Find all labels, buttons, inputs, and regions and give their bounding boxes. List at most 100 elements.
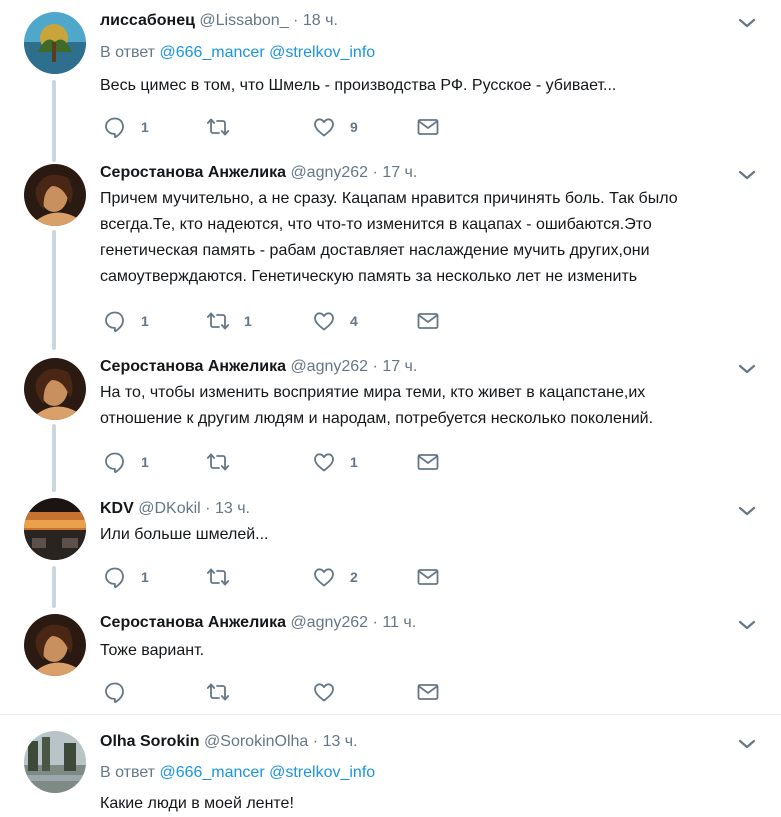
tweet[interactable]: Серостанова Анжелика @agny262 · 17 ч. Пр… — [0, 150, 781, 344]
reply-button[interactable]: 1 — [103, 565, 149, 589]
avatar[interactable] — [24, 614, 86, 676]
retweet-button[interactable] — [206, 115, 244, 139]
reply-mention[interactable]: @666_mancer — [159, 764, 264, 781]
tweet[interactable]: Серостанова Анжелика @agny262 · 11 ч. То… — [0, 600, 781, 714]
heart-icon — [312, 309, 336, 333]
chevron-down-icon[interactable] — [737, 16, 757, 30]
reply-mention[interactable]: @strelkov_info — [269, 764, 375, 781]
author-handle[interactable]: @DKokil — [138, 500, 200, 517]
tweet-actions: 1 9 — [100, 115, 460, 139]
author-handle[interactable]: @agny262 — [290, 614, 368, 631]
avatar-image — [24, 614, 86, 676]
like-button[interactable]: 4 — [312, 309, 358, 333]
retweet-icon — [206, 309, 230, 333]
timestamp[interactable]: 13 ч. — [215, 500, 250, 517]
retweet-button[interactable] — [206, 565, 244, 589]
tweet-text: Весь цимес в том, что Шмель - производст… — [100, 77, 617, 94]
heart-icon — [312, 565, 336, 589]
timestamp[interactable]: 17 ч. — [382, 358, 417, 375]
reply-context: В ответ @666_mancer @strelkov_info — [100, 43, 375, 63]
timestamp[interactable]: 17 ч. — [382, 164, 417, 181]
tweet-header: Серостанова Анжелика @agny262 · 17 ч. — [100, 357, 417, 377]
avatar-image — [24, 731, 86, 793]
retweet-icon — [206, 450, 230, 474]
timestamp[interactable]: 13 ч. — [323, 733, 358, 750]
reply-prefix: В ответ — [100, 44, 156, 61]
envelope-icon — [416, 115, 440, 139]
reply-icon — [103, 450, 127, 474]
tweet[interactable]: KDV @DKokil · 13 ч. Или больше шмелей...… — [0, 486, 781, 600]
tweet[interactable]: Серостанова Анжелика @agny262 · 17 ч. На… — [0, 344, 781, 486]
avatar-image — [24, 498, 86, 560]
tweet-text: На то, чтобы изменить восприятие мира те… — [100, 380, 760, 432]
timestamp[interactable]: 11 ч. — [382, 614, 416, 631]
like-button[interactable]: 1 — [312, 450, 358, 474]
dm-button[interactable] — [416, 450, 440, 474]
author-handle[interactable]: @Lissabon_ — [199, 12, 288, 29]
avatar[interactable] — [24, 498, 86, 560]
dm-button[interactable] — [416, 309, 440, 333]
author-name[interactable]: Серостанова Анжелика — [100, 164, 286, 181]
like-count: 1 — [350, 454, 358, 470]
reply-button[interactable]: 1 — [103, 115, 149, 139]
timestamp[interactable]: 18 ч. — [303, 12, 338, 29]
author-name[interactable]: KDV — [100, 500, 134, 517]
retweet-button[interactable] — [206, 680, 230, 704]
tweet-text: Или больше шмелей... — [100, 526, 269, 543]
author-handle[interactable]: @SorokinOlha — [204, 733, 308, 750]
like-count: 2 — [350, 569, 358, 585]
tweet-actions: 1 2 — [100, 565, 460, 589]
chevron-down-icon[interactable] — [737, 618, 757, 632]
tweet-text-line: генетическая память - рабам доставляет н… — [100, 242, 650, 259]
author-name[interactable]: Olha Sorokin — [100, 733, 200, 750]
author-name[interactable]: Серостанова Анжелика — [100, 614, 286, 631]
tweet-header: лиссабонец @Lissabon_ · 18 ч. — [100, 11, 338, 31]
tweet-text-line: всегда.Те, кто надеются, что что-то изме… — [100, 216, 652, 233]
chevron-down-icon[interactable] — [737, 737, 757, 751]
heart-icon — [312, 115, 336, 139]
tweet[interactable]: Olha Sorokin @SorokinOlha · 13 ч. В отве… — [0, 715, 781, 817]
retweet-icon — [206, 680, 230, 704]
chevron-down-icon[interactable] — [737, 504, 757, 518]
envelope-icon — [416, 309, 440, 333]
like-button[interactable]: 9 — [312, 115, 358, 139]
like-count: 9 — [350, 119, 358, 135]
reply-icon — [103, 115, 127, 139]
reply-context: В ответ @666_mancer @strelkov_info — [100, 763, 375, 783]
author-handle[interactable]: @agny262 — [290, 164, 368, 181]
author-handle[interactable]: @agny262 — [290, 358, 368, 375]
avatar-image — [24, 12, 86, 74]
tweet[interactable]: лиссабонец @Lissabon_ · 18 ч. В ответ @6… — [0, 0, 781, 150]
author-name[interactable]: лиссабонец — [100, 12, 195, 29]
like-button[interactable]: 2 — [312, 565, 358, 589]
dm-button[interactable] — [416, 565, 440, 589]
envelope-icon — [416, 565, 440, 589]
reply-mention[interactable]: @666_mancer — [159, 44, 264, 61]
reply-icon — [103, 680, 127, 704]
envelope-icon — [416, 680, 440, 704]
reply-button[interactable]: 1 — [103, 309, 149, 333]
avatar-image — [24, 358, 86, 420]
dm-button[interactable] — [416, 115, 440, 139]
dm-button[interactable] — [416, 680, 440, 704]
tweet-actions — [100, 680, 460, 704]
reply-icon — [103, 309, 127, 333]
chevron-down-icon[interactable] — [737, 362, 757, 376]
reply-button[interactable] — [103, 680, 127, 704]
tweet-text: Какие люди в моей ленте! — [100, 795, 294, 812]
reply-count: 1 — [141, 313, 149, 329]
avatar[interactable] — [24, 731, 86, 793]
separator-dot: · — [372, 614, 378, 631]
retweet-button[interactable] — [206, 450, 244, 474]
like-button[interactable] — [312, 680, 336, 704]
retweet-button[interactable]: 1 — [206, 309, 252, 333]
chevron-down-icon[interactable] — [737, 168, 757, 182]
avatar[interactable] — [24, 12, 86, 74]
avatar[interactable] — [24, 358, 86, 420]
heart-icon — [312, 680, 336, 704]
reply-mention[interactable]: @strelkov_info — [269, 44, 375, 61]
author-name[interactable]: Серостанова Анжелика — [100, 358, 286, 375]
reply-button[interactable]: 1 — [103, 450, 149, 474]
tweet-actions: 1 1 4 — [100, 309, 460, 333]
avatar[interactable] — [24, 164, 86, 226]
